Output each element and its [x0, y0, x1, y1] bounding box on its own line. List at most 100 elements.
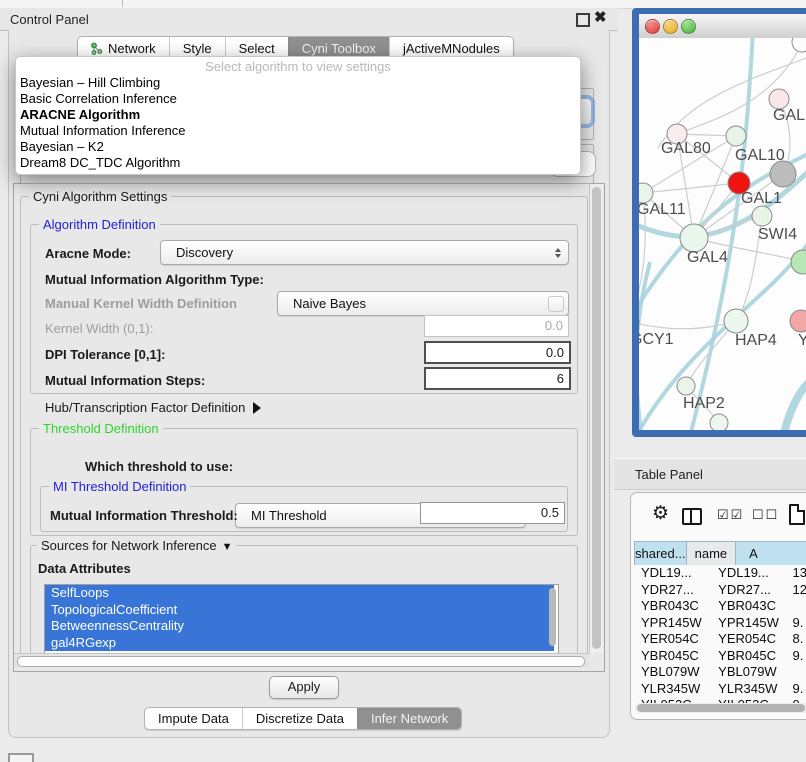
attribute-item[interactable]: BetweennessCentrality: [45, 618, 554, 635]
algorithm-option[interactable]: Mutual Information Inference: [16, 123, 580, 139]
network-node-y[interactable]: [790, 310, 806, 332]
network-node-label: GAL80: [661, 140, 711, 157]
network-node-gal[interactable]: [769, 89, 789, 109]
column-header-third[interactable]: A: [736, 541, 806, 565]
algorithm-option[interactable]: Bayesian – Hill Climbing: [16, 75, 580, 91]
table-horizontal-scrollbar[interactable]: [635, 703, 806, 713]
table-cell: YLR345W: [634, 681, 712, 698]
network-node-label: GCY1: [639, 331, 674, 348]
gear-icon[interactable]: ⚙: [652, 502, 669, 525]
settings-horizontal-scrollbar[interactable]: [14, 653, 589, 667]
table-panel-titlebar: Table Panel: [614, 458, 806, 490]
dpi-tolerance-label: DPI Tolerance [0,1]:: [45, 347, 165, 362]
hscroll-thumb[interactable]: [17, 656, 585, 667]
column-chooser-icon[interactable]: [682, 508, 702, 525]
table-hscroll-thumb[interactable]: [637, 704, 805, 712]
tab-jactivemnodules-label: jActiveMNodules: [403, 41, 500, 56]
tab-impute-data[interactable]: Impute Data: [145, 708, 242, 729]
network-canvas[interactable]: GALGAL80GAL10GAL1GAL11SWI4GAL4GCY1HAP4YH…: [639, 38, 806, 430]
kernel-width-label: Kernel Width (0,1):: [45, 321, 153, 336]
deselect-all-checkboxes-icon[interactable]: ☐☐: [752, 507, 779, 523]
table-cell: YPR145W: [634, 615, 712, 632]
network-node-label: GAL10: [735, 147, 785, 164]
algorithm-option[interactable]: Bayesian – K2: [16, 139, 580, 155]
sources-group-title[interactable]: Sources for Network Inference▼: [37, 538, 236, 553]
table-cell: YBR043C: [712, 598, 786, 615]
table-cell: YER054C: [634, 631, 712, 648]
network-node-label: HAP4: [735, 332, 777, 349]
algorithm-dropdown-list: Select algorithm to view settings Bayesi…: [15, 56, 581, 175]
float-panel-icon[interactable]: [576, 13, 590, 27]
minimized-panel-button[interactable]: [8, 753, 34, 762]
minimize-traffic-light[interactable]: [663, 19, 678, 34]
table-row[interactable]: YDL19...YDL19...13: [634, 565, 806, 582]
table-cell: YBL079W: [712, 664, 786, 681]
table-row[interactable]: YBR045CYBR045C9.: [634, 648, 806, 665]
export-table-icon[interactable]: [789, 504, 805, 525]
network-node-gal4[interactable]: [680, 224, 708, 252]
algorithm-option[interactable]: Dream8 DC_TDC Algorithm: [16, 155, 580, 171]
network-node-label: Y: [798, 332, 806, 349]
network-node[interactable]: [791, 250, 806, 274]
control-panel-title: Control Panel: [10, 12, 89, 27]
column-header-name[interactable]: name: [687, 541, 737, 565]
mi-steps-field[interactable]: 6: [424, 367, 571, 390]
tab-infer-network-label: Infer Network: [371, 711, 448, 726]
zoom-traffic-light[interactable]: [681, 19, 696, 34]
threshold-definition-title: Threshold Definition: [39, 421, 163, 436]
algorithm-option[interactable]: ARACNE Algorithm: [16, 107, 580, 123]
table-cell: YDR27...: [712, 582, 786, 599]
apply-button[interactable]: Apply: [269, 676, 339, 699]
attribute-item[interactable]: TopologicalCoefficient: [45, 602, 554, 619]
network-node-label: GAL4: [687, 249, 728, 266]
network-window-titlebar[interactable]: [639, 14, 806, 39]
settings-vertical-scrollbar[interactable]: [589, 184, 603, 653]
manual-kernel-checkbox[interactable]: [548, 296, 564, 312]
network-view-window[interactable]: GALGAL80GAL10GAL1GAL11SWI4GAL4GCY1HAP4YH…: [632, 8, 806, 437]
network-node[interactable]: [792, 38, 806, 52]
attribute-item[interactable]: SelfLoops: [45, 585, 554, 602]
algorithm-option[interactable]: Basic Correlation Inference: [16, 91, 580, 107]
aracne-mode-value: Discovery: [176, 245, 233, 260]
mi-type-select[interactable]: Naive Bayes: [277, 291, 569, 316]
network-node[interactable]: [770, 161, 796, 187]
table-row[interactable]: YBR043CYBR043C: [634, 598, 806, 615]
dpi-tolerance-field[interactable]: 0.0: [424, 341, 571, 364]
network-node-label: SWI4: [758, 226, 797, 243]
table-panel-title: Table Panel: [635, 467, 703, 482]
network-node-gal10[interactable]: [726, 126, 746, 146]
network-edge: [639, 321, 736, 329]
column-header-shared-name[interactable]: shared...: [634, 541, 687, 565]
network-node-swi4[interactable]: [752, 206, 772, 226]
table-row[interactable]: YER054CYER054C8.: [634, 631, 806, 648]
table-cell: 12: [787, 582, 806, 599]
table-cell: 8.: [787, 631, 806, 648]
aracne-mode-select[interactable]: Discovery: [160, 240, 569, 265]
tab-select-label: Select: [239, 41, 275, 56]
close-panel-icon[interactable]: ✖: [594, 8, 607, 26]
network-node-hap2[interactable]: [677, 377, 695, 395]
table-row[interactable]: YPR145WYPR145W9.: [634, 615, 806, 632]
table-cell: [787, 664, 806, 681]
attribute-items: SelfLoopsTopologicalCoefficientBetweenne…: [45, 585, 558, 651]
hub-definition-toggle[interactable]: Hub/Transcription Factor Definition: [45, 400, 261, 415]
algorithm-definition-title: Algorithm Definition: [39, 217, 160, 232]
table-row[interactable]: YBL079WYBL079W: [634, 664, 806, 681]
table-row[interactable]: YLR345WYLR345W9.: [634, 681, 806, 698]
attribute-item[interactable]: gal4RGexp: [45, 635, 554, 652]
data-attributes-label: Data Attributes: [38, 561, 131, 576]
network-node-hap4[interactable]: [724, 309, 748, 333]
network-node[interactable]: [710, 414, 728, 430]
kernel-width-field[interactable]: 0.0: [424, 315, 569, 337]
vscroll-thumb[interactable]: [592, 187, 601, 649]
tab-infer-network[interactable]: Infer Network: [357, 708, 461, 729]
table-cell: YBR043C: [634, 598, 712, 615]
tab-cyni-toolbox-label: Cyni Toolbox: [302, 41, 376, 56]
table-row[interactable]: YDR27...YDR27...12: [634, 582, 806, 599]
close-traffic-light[interactable]: [645, 19, 660, 34]
select-all-checkboxes-icon[interactable]: ☑☑: [717, 507, 744, 523]
list-scrollbar-thumb[interactable]: [549, 588, 556, 646]
mi-threshold-field[interactable]: 0.5: [420, 502, 565, 524]
network-node-label: GAL1: [741, 190, 782, 207]
tab-discretize-data[interactable]: Discretize Data: [242, 708, 357, 729]
